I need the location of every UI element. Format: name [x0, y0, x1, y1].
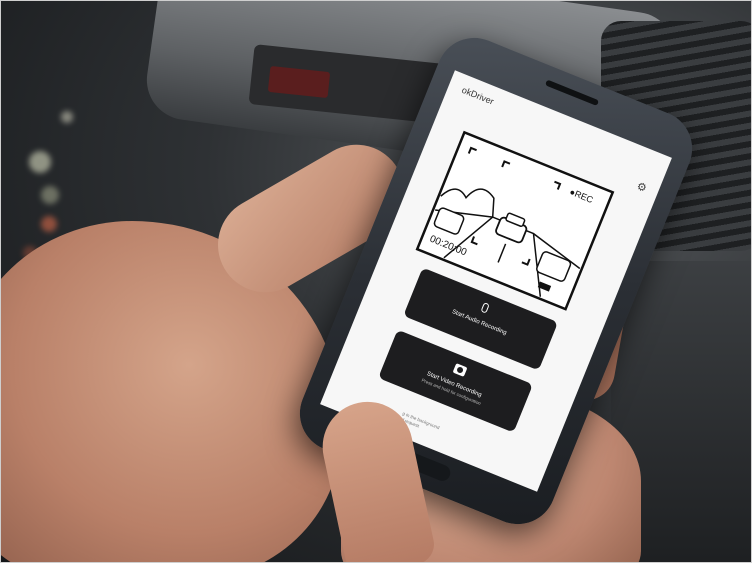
photo-frame: okDriver ⚙ ●REC 00:20:00 Start Audio Rec…	[0, 0, 752, 563]
gear-icon[interactable]: ⚙	[635, 179, 649, 195]
bokeh-light	[41, 216, 57, 232]
phone-speaker	[544, 79, 600, 107]
app-title: okDriver	[460, 84, 496, 107]
bokeh-light	[29, 151, 51, 173]
bokeh-light	[41, 186, 59, 204]
bokeh-light	[61, 111, 73, 123]
